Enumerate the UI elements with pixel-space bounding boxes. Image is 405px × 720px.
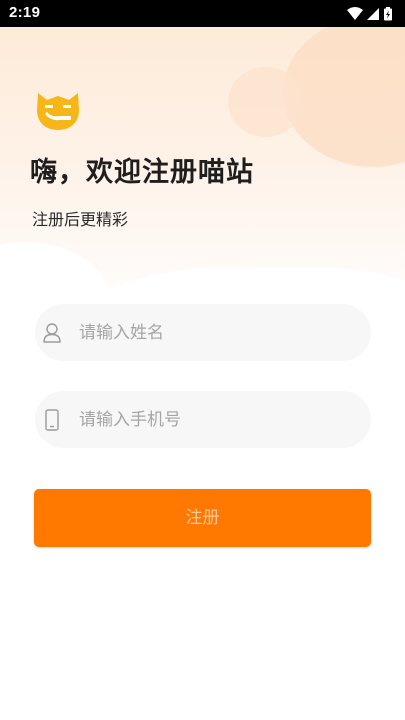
page-subtitle: 注册后更精彩 xyxy=(32,210,129,229)
cat-logo-icon xyxy=(33,83,83,133)
user-icon xyxy=(42,322,62,344)
name-input[interactable] xyxy=(79,304,359,361)
status-time: 2:19 xyxy=(9,4,41,21)
wifi-icon xyxy=(347,7,363,20)
register-button[interactable]: 注册 xyxy=(34,489,371,547)
battery-icon xyxy=(384,7,392,21)
phone-field[interactable] xyxy=(35,391,371,448)
decorative-circle xyxy=(228,67,303,137)
phone-input[interactable] xyxy=(79,391,359,448)
name-field[interactable] xyxy=(35,304,371,361)
cellular-signal-icon xyxy=(367,8,379,20)
phone-icon xyxy=(42,409,62,431)
status-bar: 2:19 xyxy=(0,0,405,27)
status-icons xyxy=(347,6,395,21)
page-title: 嗨，欢迎注册喵站 xyxy=(30,157,254,188)
